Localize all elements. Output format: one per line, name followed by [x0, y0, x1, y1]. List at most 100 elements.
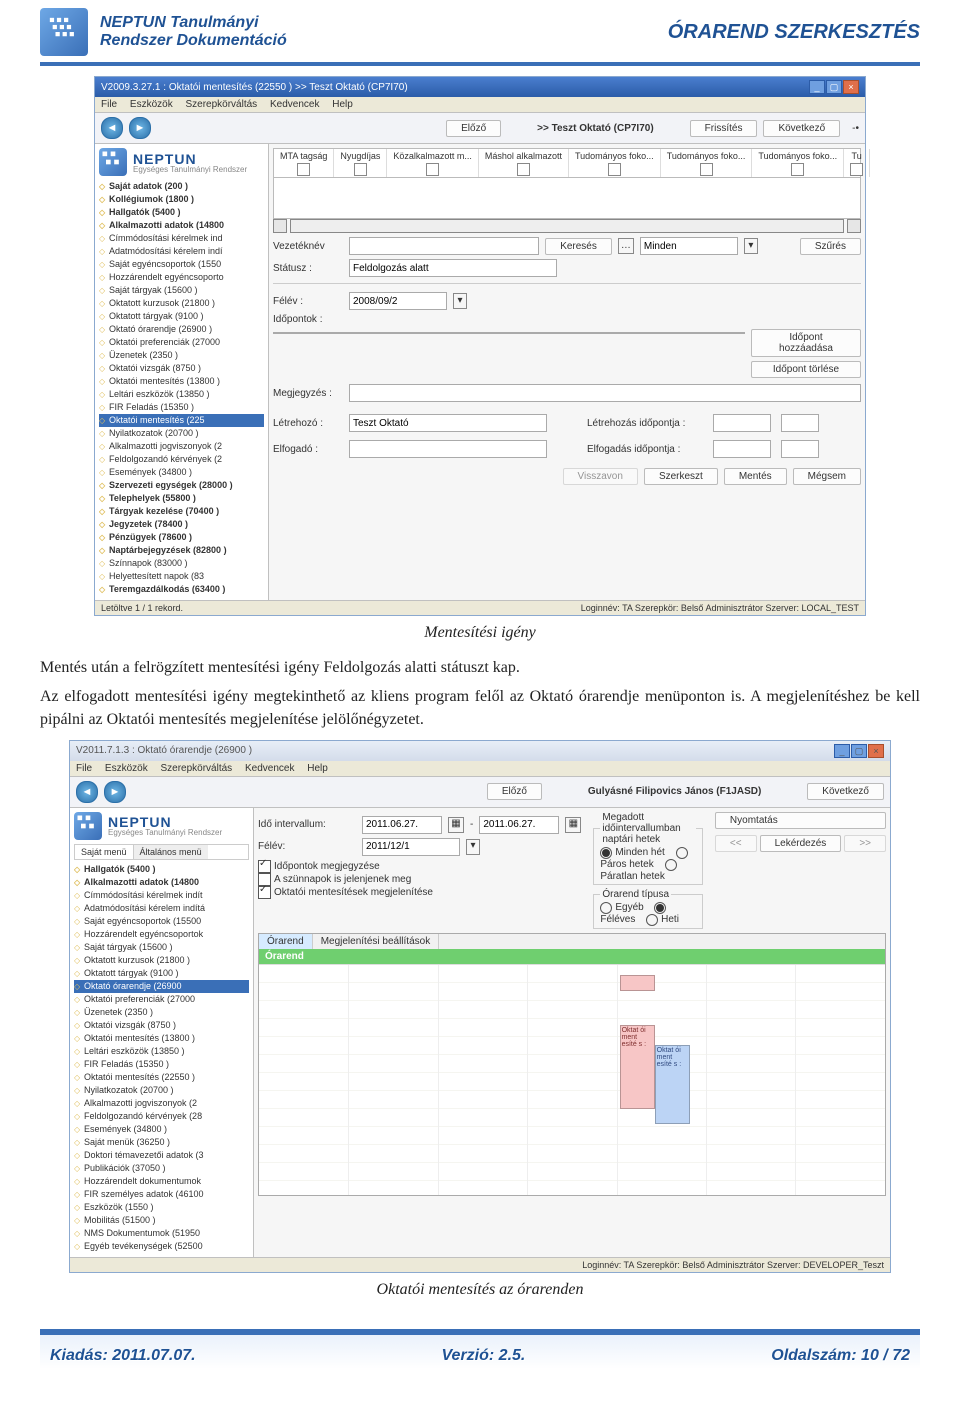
tree-item[interactable]: Saját tárgyak (15600 ) [99, 284, 264, 297]
menu-roleswitch[interactable]: Szerepkörváltás [160, 763, 232, 774]
tree-item[interactable]: Hallgatók (5400 ) [99, 206, 264, 219]
semester-select[interactable] [362, 838, 460, 856]
menu-favorites[interactable]: Kedvencek [245, 763, 294, 774]
filter-button[interactable]: Szűrés [800, 238, 861, 255]
status-field[interactable] [349, 259, 557, 277]
tree-item[interactable]: Nyilatkozatok (20700 ) [99, 427, 264, 440]
next-button[interactable]: Következő [763, 120, 840, 137]
prev-button[interactable]: Előző [446, 120, 501, 137]
lastname-input[interactable] [349, 237, 539, 255]
tree-item[interactable]: Saját egyéncsoportok (1550 [99, 258, 264, 271]
prev-button[interactable]: Előző [487, 783, 542, 800]
column-tab[interactable]: MTA tagság [274, 149, 334, 177]
pin-icon[interactable]: -• [852, 123, 859, 134]
tree-item[interactable]: Oktató órarendje (26900 [74, 980, 249, 993]
column-tab[interactable]: Tu [844, 149, 870, 177]
tree-item[interactable]: Oktatott kurzusok (21800 ) [99, 297, 264, 310]
minimize-icon[interactable]: _ [809, 80, 825, 94]
sidebar-tree[interactable]: Saját adatok (200 )Kollégiumok (1800 )Ha… [99, 180, 264, 596]
tree-item[interactable]: Hozzárendelt egyéncsoportok [74, 928, 249, 941]
tab-schedule[interactable]: Órarend [259, 934, 313, 949]
tree-item[interactable]: Nyilatkozatok (20700 ) [74, 1084, 249, 1097]
event-exemption-block[interactable]: Oktat ói ment esíté s : [620, 1025, 655, 1109]
search-more-icon[interactable]: … [618, 238, 634, 254]
h-scrollbar[interactable] [290, 219, 844, 233]
menu-help[interactable]: Help [307, 763, 328, 774]
tree-item[interactable]: Alkalmazotti adatok (14800 [74, 876, 249, 889]
column-tab[interactable]: Máshol alkalmazott [479, 149, 569, 177]
tree-item[interactable]: Hozzárendelt dokumentumok [74, 1175, 249, 1188]
tree-item[interactable]: Eszközök (1550 ) [74, 1201, 249, 1214]
cancel-button[interactable]: Mégsem [793, 468, 861, 485]
tree-item[interactable]: Alkalmazotti jogviszonyok (2 [74, 1097, 249, 1110]
minimize-icon[interactable]: _ [834, 744, 850, 758]
column-tab[interactable]: Tudományos foko... [661, 149, 753, 177]
tree-item[interactable]: Feldolgozandó kérvények (2 [99, 453, 264, 466]
event-exemption-block-2[interactable]: Oktat ói ment esíté s : [655, 1045, 690, 1124]
dropdown-icon[interactable]: ▾ [466, 839, 480, 855]
tree-item[interactable]: Oktatott kurzusok (21800 ) [74, 954, 249, 967]
tree-item[interactable]: Doktori témavezetői adatok (3 [74, 1149, 249, 1162]
tree-item[interactable]: Oktatott tárgyak (9100 ) [99, 310, 264, 323]
tree-item[interactable]: FIR Feladás (15350 ) [74, 1058, 249, 1071]
menu-help[interactable]: Help [332, 99, 353, 110]
tree-item[interactable]: Mobilitás (51500 ) [74, 1214, 249, 1227]
scroll-left-icon[interactable] [273, 219, 287, 233]
radio-type-weekly[interactable]: Heti [646, 914, 679, 925]
scroll-right-icon[interactable] [847, 219, 861, 233]
tree-item[interactable]: Hallgatók (5400 ) [74, 863, 249, 876]
tree-item[interactable]: Naptárbejegyzések (82800 ) [99, 544, 264, 557]
tree-item[interactable]: Oktatói preferenciák (27000 [74, 993, 249, 1006]
dropdown-icon[interactable]: ▾ [744, 238, 758, 254]
tree-item[interactable]: NMS Dokumentumok (51950 [74, 1227, 249, 1240]
tree-item[interactable]: Feldolgozandó kérvények (28 [74, 1110, 249, 1123]
tree-item[interactable]: FIR Feladás (15350 ) [99, 401, 264, 414]
tree-item[interactable]: Saját tárgyak (15600 ) [74, 941, 249, 954]
tree-item[interactable]: Alkalmazotti jogviszonyok (2 [99, 440, 264, 453]
calendar-icon[interactable]: ▦ [448, 817, 464, 833]
tree-item[interactable]: Helyettesített napok (83 [99, 570, 264, 583]
menu-tools[interactable]: Eszközök [105, 763, 148, 774]
tab-general-menu[interactable]: Általános menü [134, 845, 208, 859]
refresh-button[interactable]: Frissítés [690, 120, 758, 137]
date-to-input[interactable] [479, 816, 559, 834]
event-block[interactable] [620, 975, 655, 991]
schedule-grid[interactable]: Oktat ói ment esíté s : Oktat ói ment es… [259, 965, 885, 1195]
nav-back-icon[interactable]: ◄ [101, 117, 123, 139]
add-time-button[interactable]: Időpont hozzáadása [751, 329, 861, 357]
maximize-icon[interactable]: ▢ [826, 80, 842, 94]
nav-fwd-icon[interactable]: ► [129, 117, 151, 139]
tree-item[interactable]: Címmódosítási kérelmek indít [74, 889, 249, 902]
tree-item[interactable]: Üzenetek (2350 ) [74, 1006, 249, 1019]
save-button[interactable]: Mentés [724, 468, 787, 485]
tree-item[interactable]: Teremgazdálkodás (63400 ) [99, 583, 264, 596]
note-input[interactable] [349, 384, 861, 402]
nav-back-icon[interactable]: ◄ [76, 781, 98, 803]
tree-item[interactable]: Adatmódosítási kérelem indí [99, 245, 264, 258]
menu-favorites[interactable]: Kedvencek [270, 99, 319, 110]
column-tab[interactable]: Közalkalmazott m... [387, 149, 479, 177]
column-tab[interactable]: Nyugdíjas [334, 149, 387, 177]
menu-file[interactable]: File [76, 763, 92, 774]
close-icon[interactable]: × [868, 744, 884, 758]
column-tabs[interactable]: MTA tagságNyugdíjasKözalkalmazott m...Má… [273, 148, 861, 178]
tree-item[interactable]: Publikációk (37050 ) [74, 1162, 249, 1175]
tree-item[interactable]: Saját egyéncsoportok (15500 [74, 915, 249, 928]
show-times-checkbox[interactable] [258, 860, 271, 873]
tree-item[interactable]: Jegyzetek (78400 ) [99, 518, 264, 531]
tree-item[interactable]: Adatmódosítási kérelem indítá [74, 902, 249, 915]
show-exemptions-checkbox[interactable] [258, 886, 271, 899]
search-button[interactable]: Keresés [545, 238, 612, 255]
nav-fwd-icon[interactable]: ► [104, 781, 126, 803]
menu-tools[interactable]: Eszközök [130, 99, 173, 110]
sidebar-tree[interactable]: Hallgatók (5400 )Alkalmazotti adatok (14… [74, 863, 249, 1253]
tree-item[interactable]: Leltári eszközök (13850 ) [99, 388, 264, 401]
column-tab[interactable]: Tudományos foko... [569, 149, 661, 177]
tree-item[interactable]: Alkalmazotti adatok (14800 [99, 219, 264, 232]
tree-item[interactable]: Oktatói mentesítés (225 [99, 414, 264, 427]
tree-item[interactable]: Tárgyak kezelése (70400 ) [99, 505, 264, 518]
delete-time-button[interactable]: Időpont törlése [751, 361, 861, 378]
times-grid[interactable] [273, 332, 745, 334]
radio-type-other[interactable]: Egyéb [600, 902, 643, 913]
tree-item[interactable]: Egyéb tevékenységek (52500 [74, 1240, 249, 1253]
